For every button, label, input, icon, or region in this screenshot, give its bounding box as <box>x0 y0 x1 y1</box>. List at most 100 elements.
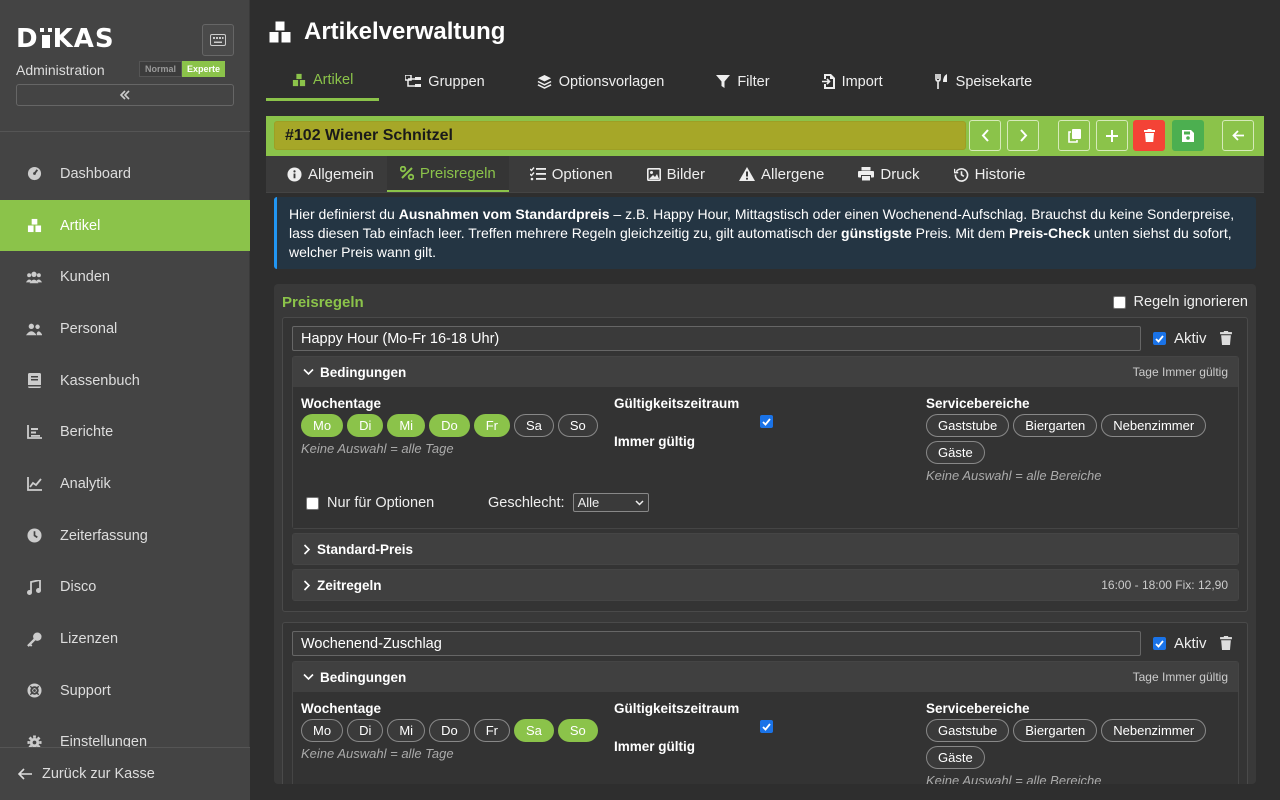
sidebar-item-zeiterfassung[interactable]: Zeiterfassung <box>0 510 250 562</box>
price-rules-panel: Preisregeln Regeln ignorieren Happy Hour… <box>274 284 1256 784</box>
delete-rule-button[interactable] <box>1220 331 1232 345</box>
sidebar-item-analytik[interactable]: Analytik <box>0 458 250 510</box>
gender-select[interactable]: Alle <box>572 493 649 512</box>
info-text: Hier definierst du <box>289 206 399 222</box>
weekday-pill-do[interactable]: Do <box>429 719 470 742</box>
conditions-header[interactable]: Bedingungen Tage Immer gültig <box>293 357 1238 387</box>
rule-active-checkbox[interactable] <box>1153 332 1166 345</box>
area-pill-gaeste[interactable]: Gäste <box>926 441 985 464</box>
validity-checkbox[interactable] <box>760 415 773 428</box>
time-rules-header[interactable]: Zeitregeln 16:00 - 18:00 Fix: 12,90 <box>293 570 1238 600</box>
validity-checkbox[interactable] <box>760 720 773 733</box>
page-title: Artikelverwaltung <box>268 18 505 46</box>
clock-icon <box>26 528 42 544</box>
weekday-pill-mi[interactable]: Mi <box>387 719 426 742</box>
tab-filter[interactable]: Filter <box>690 62 795 101</box>
service-areas-hint: Keine Auswahl = alle Bereiche <box>926 468 1102 483</box>
rule-active-toggle[interactable]: Aktiv <box>1153 330 1207 347</box>
trash-icon <box>1143 129 1155 142</box>
delete-rule-button[interactable] <box>1220 636 1232 650</box>
keyboard-icon <box>210 34 226 46</box>
copy-article-button[interactable] <box>1058 120 1090 151</box>
save-article-button[interactable] <box>1172 120 1204 151</box>
article-subtabs: Allgemein Preisregeln Optionen Bilder Al… <box>266 156 1264 193</box>
subtab-historie[interactable]: Historie <box>933 156 1039 192</box>
rule-name-input[interactable]: Wochenend-Zuschlag <box>292 631 1141 656</box>
weekday-pill-mo[interactable]: Mo <box>301 414 344 437</box>
rule-active-toggle[interactable]: Aktiv <box>1153 635 1207 652</box>
area-pill-nebenzimmer[interactable]: Nebenzimmer <box>1101 719 1207 742</box>
area-pill-gaststube[interactable]: Gaststube <box>926 414 1010 437</box>
area-pill-gaeste[interactable]: Gäste <box>926 746 985 769</box>
time-rules-summary: 16:00 - 18:00 Fix: 12,90 <box>1101 578 1228 592</box>
tab-optionsvorlagen[interactable]: Optionsvorlagen <box>511 62 691 101</box>
sidebar-item-label: Lizenzen <box>60 631 119 648</box>
ignore-rules-toggle[interactable]: Regeln ignorieren <box>1112 294 1248 310</box>
sidebar-item-kassenbuch[interactable]: Kassenbuch <box>0 355 250 407</box>
sidebar-item-label: Support <box>60 682 111 699</box>
tab-gruppen[interactable]: Gruppen <box>379 62 510 101</box>
weekday-pill-fr[interactable]: Fr <box>473 414 510 437</box>
weekday-pill-fr[interactable]: Fr <box>473 719 510 742</box>
line-chart-icon <box>26 476 42 492</box>
image-icon <box>646 167 661 181</box>
collapse-sidebar-button[interactable] <box>16 84 234 106</box>
subtab-allergene[interactable]: Allergene <box>718 156 837 192</box>
weekday-pill-mo[interactable]: Mo <box>301 719 344 742</box>
chevron-down-icon <box>635 500 644 506</box>
sidebar-item-label: Kunden <box>60 269 110 286</box>
sidebar-item-disco[interactable]: Disco <box>0 562 250 614</box>
tab-import[interactable]: Import <box>796 62 909 101</box>
add-article-button[interactable] <box>1096 120 1128 151</box>
keyboard-button[interactable] <box>202 24 234 56</box>
next-article-button[interactable] <box>1007 120 1039 151</box>
article-name-field[interactable]: #102 Wiener Schnitzel <box>274 121 966 150</box>
conditions-summary: Tage Immer gültig <box>1132 365 1228 379</box>
sidebar-item-artikel[interactable]: Artikel <box>0 199 250 252</box>
weekday-pill-di[interactable]: Di <box>347 414 384 437</box>
only-options-toggle[interactable]: Nur für Optionen <box>306 495 434 511</box>
standard-price-header[interactable]: Standard-Preis <box>293 534 1238 564</box>
delete-article-button[interactable] <box>1133 120 1165 151</box>
subtab-druck[interactable]: Druck <box>837 156 932 192</box>
rule-name-input[interactable]: Happy Hour (Mo-Fr 16-18 Uhr) <box>292 326 1141 351</box>
tab-artikel[interactable]: Artikel <box>266 62 380 101</box>
weekday-pill-so[interactable]: So <box>557 719 598 742</box>
sidebar-item-kunden[interactable]: Kunden <box>0 251 250 303</box>
area-pill-gaststube[interactable]: Gaststube <box>926 719 1010 742</box>
area-pill-biergarten[interactable]: Biergarten <box>1013 719 1098 742</box>
subtab-allgemein[interactable]: Allgemein <box>266 156 387 192</box>
weekdays-hint: Keine Auswahl = alle Tage <box>301 746 454 761</box>
sidebar-item-personal[interactable]: Personal <box>0 303 250 355</box>
back-to-pos-button[interactable]: Zurück zur Kasse <box>0 747 250 800</box>
ignore-rules-checkbox[interactable] <box>1112 295 1126 309</box>
weekday-pill-sa[interactable]: Sa <box>513 414 554 437</box>
weekday-pill-mi[interactable]: Mi <box>387 414 426 437</box>
weekday-pill-sa[interactable]: Sa <box>513 719 554 742</box>
rule-active-checkbox[interactable] <box>1153 637 1166 650</box>
area-pill-nebenzimmer[interactable]: Nebenzimmer <box>1101 414 1207 437</box>
conditions-header[interactable]: Bedingungen Tage Immer gültig <box>293 662 1238 692</box>
sidebar-item-berichte[interactable]: Berichte <box>0 406 250 458</box>
subtab-preisregeln[interactable]: Preisregeln <box>386 156 509 192</box>
mode-toggle[interactable]: Normal Experte <box>139 61 226 77</box>
plus-icon <box>1106 129 1118 142</box>
only-options-checkbox[interactable] <box>306 496 319 510</box>
sidebar-item-label: Personal <box>60 320 118 337</box>
mode-expert-button[interactable]: Experte <box>182 61 226 77</box>
service-areas-label: Servicebereiche <box>926 396 1030 411</box>
area-pill-biergarten[interactable]: Biergarten <box>1013 414 1098 437</box>
sidebar-item-dashboard[interactable]: Dashboard <box>0 148 250 200</box>
subtab-bilder[interactable]: Bilder <box>626 156 718 192</box>
sidebar-item-lizenzen[interactable]: Lizenzen <box>0 613 250 665</box>
weekday-pill-di[interactable]: Di <box>347 719 384 742</box>
sidebar-item-support[interactable]: Support <box>0 665 250 717</box>
weekday-pill-so[interactable]: So <box>557 414 598 437</box>
weekday-pill-do[interactable]: Do <box>429 414 470 437</box>
subtab-label: Historie <box>974 165 1026 183</box>
mode-normal-button[interactable]: Normal <box>139 61 183 77</box>
prev-article-button[interactable] <box>969 120 1001 151</box>
back-button[interactable] <box>1222 120 1254 151</box>
tab-speisekarte[interactable]: Speisekarte <box>909 62 1059 101</box>
subtab-optionen[interactable]: Optionen <box>509 156 626 192</box>
